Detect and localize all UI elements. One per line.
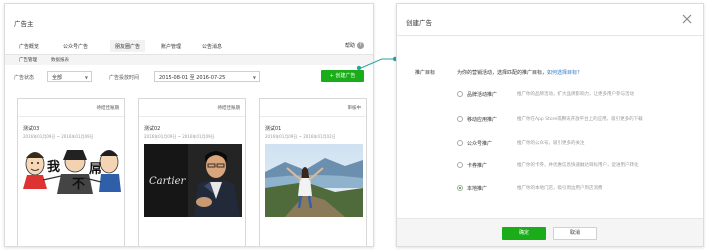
- card-status: 待结佳账期: [217, 106, 241, 111]
- ad-manager-panel: 广告主 广告概览 公众号广告 朋友圈广告 账户管理 公告消息 帮助 ? 广告管理…: [4, 3, 374, 247]
- help-link[interactable]: 帮助 ?: [345, 42, 364, 49]
- dialog-title: 创建广告: [406, 19, 432, 27]
- card-status: 审核中: [347, 106, 362, 111]
- option-description: 推广你的公众号，吸引更多的关注: [517, 141, 585, 146]
- status-select-value: 全部: [52, 75, 63, 81]
- date-range-value: 2015-08-01 至 2016-07-25: [159, 75, 226, 81]
- tab-overview[interactable]: 广告概览: [19, 43, 39, 50]
- time-filter-label: 广告投放时间: [109, 75, 140, 81]
- ad-card[interactable]: 审核中 测试01 2016年01月09日 ~ 2016年01月02日: [259, 98, 367, 246]
- option-description: 推广你的本地门店，吸引周边用户到店消费: [517, 186, 603, 191]
- chevron-down-icon: ▼: [252, 75, 256, 80]
- radio-button[interactable]: [457, 91, 463, 97]
- tab-moments-ads[interactable]: 朋友圈广告: [110, 40, 146, 52]
- comic-glyph: 我: [47, 159, 60, 175]
- create-ad-dialog: 创建广告 推广目标 为你的营销活动，选择匹配的推广目标，如何选择目标？ 品牌活动…: [396, 3, 704, 247]
- app-title: 广告主: [14, 20, 34, 28]
- card-image-text: Cartier: [149, 176, 187, 187]
- connector-arrow: [356, 56, 398, 71]
- objective-intro: 为你的营销活动，选择匹配的推广目标，如何选择目标？: [457, 69, 582, 76]
- how-to-choose-link[interactable]: 如何选择目标？: [547, 70, 582, 76]
- option-label: 品牌活动推广: [467, 92, 498, 98]
- option-description: 推广你的卡券，并优惠信息快速触达目标用户，促进用户转化: [517, 163, 639, 168]
- question-icon: ?: [357, 42, 364, 49]
- option-label: 卡券推广: [467, 163, 488, 169]
- help-label: 帮助: [344, 43, 355, 49]
- ad-card[interactable]: 待结佳账期 测试02 2016年01月09日 ~ 2016年01月09日 Car…: [138, 98, 246, 246]
- card-status: 待结佳账期: [96, 106, 120, 111]
- card-header: 待结佳账期: [18, 99, 124, 117]
- sub-nav: 广告管理 数据报表: [5, 55, 373, 65]
- card-name: 测试01: [265, 126, 282, 132]
- filter-row: 广告状态 全部 ▼ 广告投放时间 2015-08-01 至 2016-07-25…: [5, 70, 373, 86]
- option-description: 推广你的品牌活动，扩大品牌影响力，让更多用户参与活动: [517, 92, 634, 97]
- card-image-comic: 我 不 屌: [23, 144, 121, 217]
- card-date: 2016年01月09日 ~ 2016年01月09日: [144, 134, 215, 139]
- date-range-picker[interactable]: 2015-08-01 至 2016-07-25 ▼: [154, 71, 260, 82]
- radio-button-selected[interactable]: [457, 185, 463, 191]
- subtab-data-reports[interactable]: 数据报表: [51, 57, 69, 63]
- confirm-button[interactable]: 确定: [502, 227, 546, 240]
- card-image-landscape: [265, 144, 363, 217]
- option-label: 公众号推广: [467, 141, 493, 147]
- card-header: 审核中: [260, 99, 366, 117]
- tab-announcements[interactable]: 公告消息: [202, 43, 222, 50]
- radio-button[interactable]: [457, 162, 463, 168]
- cancel-button[interactable]: 取消: [553, 227, 597, 240]
- objective-label: 推广目标: [415, 70, 436, 76]
- card-header: 待结佳账期: [139, 99, 245, 117]
- dialog-header: 创建广告: [397, 4, 703, 36]
- main-nav: 广告概览 公众号广告 朋友圈广告 账户管理 公告消息 帮助 ?: [5, 40, 373, 55]
- subtab-ad-management[interactable]: 广告管理: [19, 57, 37, 63]
- tab-account-management[interactable]: 账户管理: [161, 43, 181, 50]
- ad-card[interactable]: 待结佳账期 测试03 2016年01月09日 ~ 2016年01月09日 我 不…: [17, 98, 125, 246]
- dialog-footer: 确定 取消: [397, 218, 703, 246]
- status-filter-label: 广告状态: [14, 75, 35, 81]
- option-label: 本地推广: [467, 186, 488, 192]
- card-image-portrait: Cartier: [144, 144, 242, 217]
- objective-intro-text: 为你的营销活动，选择匹配的推广目标，: [457, 70, 548, 76]
- status-select[interactable]: 全部 ▼: [47, 71, 92, 82]
- option-label: 移动应用推广: [467, 117, 498, 123]
- card-date: 2016年01月09日 ~ 2016年01月02日: [265, 134, 336, 139]
- comic-glyph: 屌: [89, 162, 102, 177]
- card-name: 测试03: [23, 126, 40, 132]
- tab-official-account-ads[interactable]: 公众号广告: [63, 43, 88, 50]
- card-name: 测试02: [144, 126, 161, 132]
- option-description: 推广你在App Store或腾讯开放平台上的应用，吸引更多的下载: [517, 117, 643, 122]
- radio-button[interactable]: [457, 140, 463, 146]
- chevron-down-icon: ▼: [84, 75, 88, 80]
- comic-glyph: 不: [72, 177, 85, 192]
- card-date: 2016年01月09日 ~ 2016年01月09日: [23, 134, 94, 139]
- close-icon[interactable]: [682, 14, 692, 24]
- radio-button[interactable]: [457, 116, 463, 122]
